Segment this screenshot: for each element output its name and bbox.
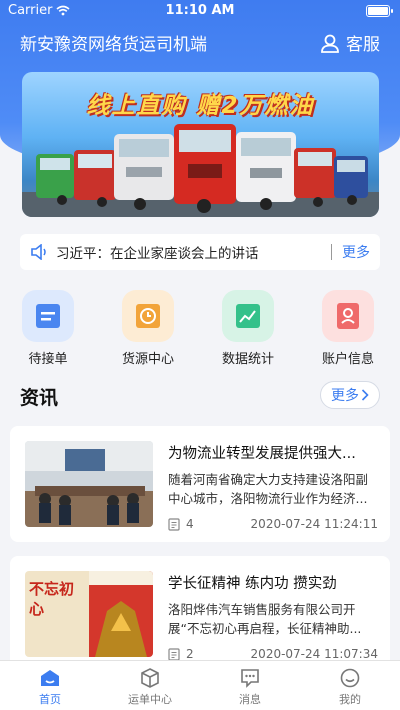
news-meta: 4 2020-07-24 11:24:11	[168, 517, 378, 531]
news-title: 为物流业转型发展提供强大...	[168, 446, 356, 462]
tab-label: 首页	[39, 693, 61, 706]
news-view-count: 2	[186, 647, 194, 661]
banner-title: 线上直购 赠2万燃油	[86, 93, 315, 119]
notice-more-link[interactable]: 更多	[342, 242, 370, 262]
tab-label: 消息	[239, 693, 261, 706]
user-icon	[321, 34, 339, 53]
document-icon	[168, 517, 180, 531]
chart-icon	[222, 290, 274, 342]
page-title: 新安豫资网络货运司机端	[20, 35, 207, 55]
tab-waybill-center[interactable]: 运单中心	[100, 661, 200, 710]
quick-actions: 待接单 货源中心 数据统计 账户信息	[0, 290, 400, 370]
document-icon	[168, 647, 180, 661]
tab-label: 运单中心	[128, 693, 172, 706]
quick-action-label: 待接单	[28, 352, 68, 367]
news-section-title: 资讯	[20, 387, 59, 409]
news-description: 随着河南省确定大力支持建设洛阳副中心城市，洛阳物流行业作为经济...	[168, 472, 369, 506]
speaker-icon	[31, 244, 46, 260]
tab-messages[interactable]: 消息	[200, 661, 300, 710]
home-icon	[41, 670, 59, 686]
news-more-button[interactable]: 更多	[320, 381, 380, 409]
box-icon	[141, 668, 159, 688]
news-meta: 2 2020-07-24 11:07:34	[168, 647, 378, 661]
news-title: 学长征精神 练内功 攒实劲	[168, 576, 337, 592]
order-icon	[22, 290, 74, 342]
news-date: 2020-07-24 11:24:11	[250, 517, 378, 531]
quick-action-cargo-center[interactable]: 货源中心	[108, 290, 188, 367]
tab-label: 我的	[339, 693, 361, 706]
news-description: 洛阳烨伟汽车销售服务有限公司开展“不忘初心再启程，长征精神助...	[168, 602, 362, 636]
quick-action-label: 货源中心	[121, 352, 174, 367]
news-thumbnail: 不忘初心	[25, 571, 153, 657]
tab-profile[interactable]: 我的	[300, 661, 400, 710]
news-card[interactable]: 不忘初心 学长征精神 练内功 攒实劲 洛阳烨伟汽车销售服务有限公司开展“不忘初心…	[10, 556, 390, 672]
notice-text: 习近平：在企业家座谈会上的讲话	[56, 246, 259, 262]
quick-action-label: 账户信息	[321, 352, 374, 367]
customer-service-button[interactable]: 客服	[320, 30, 380, 55]
bottom-tab-bar: 首页 运单中心 消息 我的	[0, 660, 400, 710]
status-time: 11:10 AM	[165, 3, 235, 18]
message-icon	[241, 669, 259, 688]
news-more-label: 更多	[331, 388, 359, 404]
smile-icon	[340, 668, 360, 688]
quick-action-label: 数据统计	[221, 352, 274, 367]
account-icon	[322, 290, 374, 342]
customer-service-label: 客服	[346, 35, 380, 55]
promo-banner[interactable]: 线上直购 赠2万燃油	[22, 72, 379, 217]
news-thumbnail-text: 不忘初心	[29, 580, 75, 618]
chevron-right-icon	[361, 389, 369, 401]
quick-action-statistics[interactable]: 数据统计	[208, 290, 288, 367]
battery-icon	[366, 5, 393, 17]
status-bar: Carrier 11:10 AM	[0, 0, 400, 22]
clock-icon	[122, 290, 174, 342]
news-card[interactable]: 为物流业转型发展提供强大... 随着河南省确定大力支持建设洛阳副中心城市，洛阳物…	[10, 426, 390, 542]
news-view-count: 4	[186, 517, 194, 531]
news-thumbnail	[25, 441, 153, 527]
news-date: 2020-07-24 11:07:34	[250, 647, 378, 661]
notice-bar[interactable]: 习近平：在企业家座谈会上的讲话 更多	[20, 234, 380, 270]
quick-action-pending-orders[interactable]: 待接单	[8, 290, 88, 367]
notice-divider	[331, 244, 332, 260]
tab-home[interactable]: 首页	[0, 661, 100, 710]
quick-action-account-info[interactable]: 账户信息	[308, 290, 388, 367]
